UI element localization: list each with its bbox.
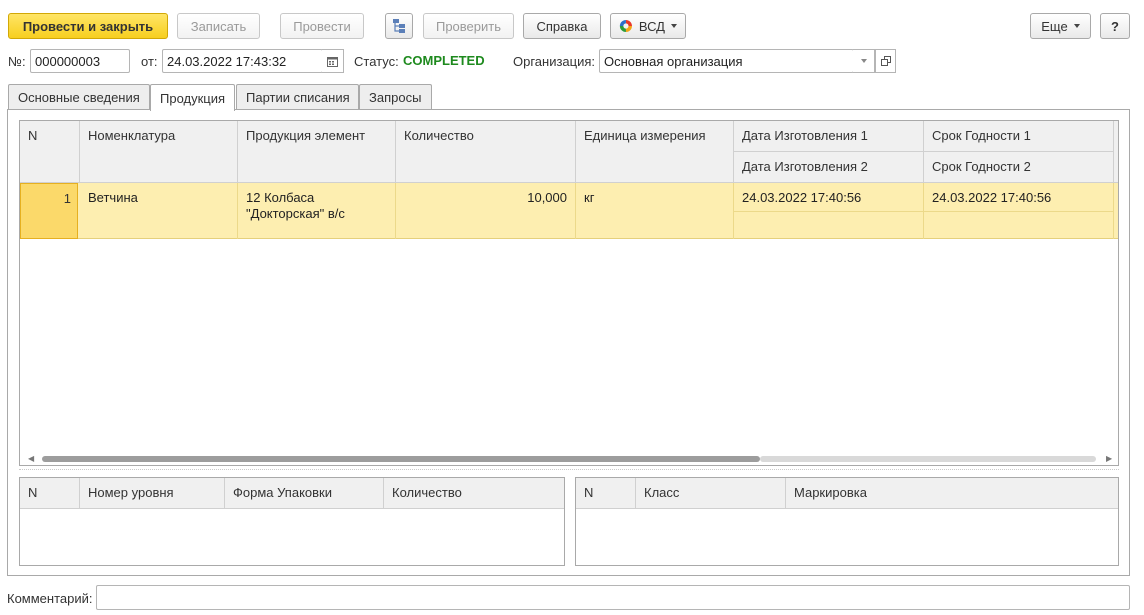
vsd-logo-icon bbox=[619, 19, 632, 33]
comment-label: Комментарий: bbox=[7, 591, 93, 606]
chevron-down-icon bbox=[860, 59, 867, 63]
write-button[interactable]: Записать bbox=[177, 13, 260, 39]
number-label: №: bbox=[8, 54, 26, 69]
scrollbar-thumb[interactable] bbox=[42, 456, 760, 462]
quantity-cell[interactable]: 10,000 bbox=[396, 183, 576, 239]
column-header-mfg-date-1[interactable]: Дата Изготовления 1 bbox=[734, 121, 924, 152]
organization-open-button[interactable] bbox=[875, 49, 896, 73]
unit-cell[interactable]: кг bbox=[576, 183, 734, 239]
chevron-down-icon bbox=[1073, 24, 1080, 28]
column-header-class[interactable]: Класс bbox=[636, 478, 786, 509]
structure-button[interactable] bbox=[385, 13, 413, 39]
help-question-button[interactable]: ? bbox=[1100, 13, 1130, 39]
post-button[interactable]: Провести bbox=[280, 13, 364, 39]
expiry-1-cell[interactable]: 24.03.2022 17:40:56 bbox=[924, 183, 1114, 212]
column-header-level[interactable]: Номер уровня bbox=[80, 478, 225, 509]
help-button[interactable]: Справка bbox=[523, 13, 601, 39]
packaging-table[interactable]: N Номер уровня Форма Упаковки Количество bbox=[19, 477, 565, 566]
product-element-line: "Докторская" в/с bbox=[246, 206, 345, 221]
column-header-quantity[interactable]: Количество bbox=[396, 121, 576, 183]
chevron-down-icon bbox=[671, 24, 677, 28]
tab-writeoff-batches[interactable]: Партии списания bbox=[236, 84, 359, 110]
column-header-n[interactable]: N bbox=[576, 478, 636, 509]
scroll-right-icon[interactable]: ▶ bbox=[1106, 454, 1112, 463]
product-element-cell[interactable]: 12 Колбаса "Докторская" в/с bbox=[238, 183, 396, 239]
open-window-icon bbox=[880, 56, 891, 66]
horizontal-scrollbar[interactable]: ◀ ▶ bbox=[20, 453, 1118, 463]
mfg-date-1-cell[interactable]: 24.03.2022 17:40:56 bbox=[734, 183, 924, 212]
column-header-expiry-2[interactable]: Срок Годности 2 bbox=[924, 152, 1114, 183]
column-header-product-element[interactable]: Продукция элемент bbox=[238, 121, 396, 183]
comment-field[interactable] bbox=[96, 585, 1130, 610]
marking-table[interactable]: N Класс Маркировка bbox=[575, 477, 1119, 566]
column-header-marking[interactable]: Маркировка bbox=[786, 478, 1118, 509]
products-table[interactable]: N Номенклатура Продукция элемент Количес… bbox=[19, 120, 1119, 466]
date-label: от: bbox=[141, 54, 158, 69]
date-field[interactable]: 24.03.2022 17:43:32 bbox=[162, 49, 323, 73]
scroll-left-icon[interactable]: ◀ bbox=[28, 454, 34, 463]
tab-requests[interactable]: Запросы bbox=[359, 84, 432, 110]
column-header-filler bbox=[1114, 121, 1118, 183]
calendar-button[interactable] bbox=[322, 49, 344, 73]
more-label: Еще bbox=[1041, 18, 1068, 34]
column-header-n[interactable]: N bbox=[20, 121, 80, 183]
column-header-package-form[interactable]: Форма Упаковки bbox=[225, 478, 384, 509]
tab-products[interactable]: Продукция bbox=[150, 84, 235, 111]
organization-label: Организация: bbox=[513, 54, 596, 69]
tab-main-info[interactable]: Основные сведения bbox=[8, 84, 150, 110]
column-header-unit[interactable]: Единица измерения bbox=[576, 121, 734, 183]
calendar-icon bbox=[327, 56, 338, 67]
document-structure-icon bbox=[393, 19, 405, 33]
column-header-quantity[interactable]: Количество bbox=[384, 478, 564, 509]
scrollbar-rest bbox=[760, 456, 1096, 462]
vsd-label: ВСД bbox=[638, 18, 665, 34]
status-value: COMPLETED bbox=[403, 53, 485, 68]
organization-field[interactable]: Основная организация bbox=[599, 49, 854, 73]
product-element-line: 12 Колбаса bbox=[246, 190, 315, 205]
status-label: Статус: bbox=[354, 54, 399, 69]
products-panel: N Номенклатура Продукция элемент Количес… bbox=[7, 109, 1130, 576]
row-number-cell[interactable]: 1 bbox=[20, 183, 78, 239]
number-field[interactable]: 000000003 bbox=[30, 49, 130, 73]
mfg-date-2-cell[interactable] bbox=[734, 212, 924, 239]
nomenclature-cell[interactable]: Ветчина bbox=[80, 183, 238, 239]
column-header-expiry-1[interactable]: Срок Годности 1 bbox=[924, 121, 1114, 152]
organization-dropdown-button[interactable] bbox=[853, 49, 875, 73]
more-button[interactable]: Еще bbox=[1030, 13, 1091, 39]
splitter[interactable] bbox=[19, 469, 1119, 470]
column-header-mfg-date-2[interactable]: Дата Изготовления 2 bbox=[734, 152, 924, 183]
column-header-n[interactable]: N bbox=[20, 478, 80, 509]
post-and-close-button[interactable]: Провести и закрыть bbox=[8, 13, 168, 39]
check-button[interactable]: Проверить bbox=[423, 13, 514, 39]
table-row[interactable]: 1 Ветчина 12 Колбаса "Докторская" в/с 10… bbox=[20, 183, 1118, 239]
expiry-2-cell[interactable] bbox=[924, 212, 1114, 239]
column-header-nomenclature[interactable]: Номенклатура bbox=[80, 121, 238, 183]
vsd-button[interactable]: ВСД bbox=[610, 13, 686, 39]
